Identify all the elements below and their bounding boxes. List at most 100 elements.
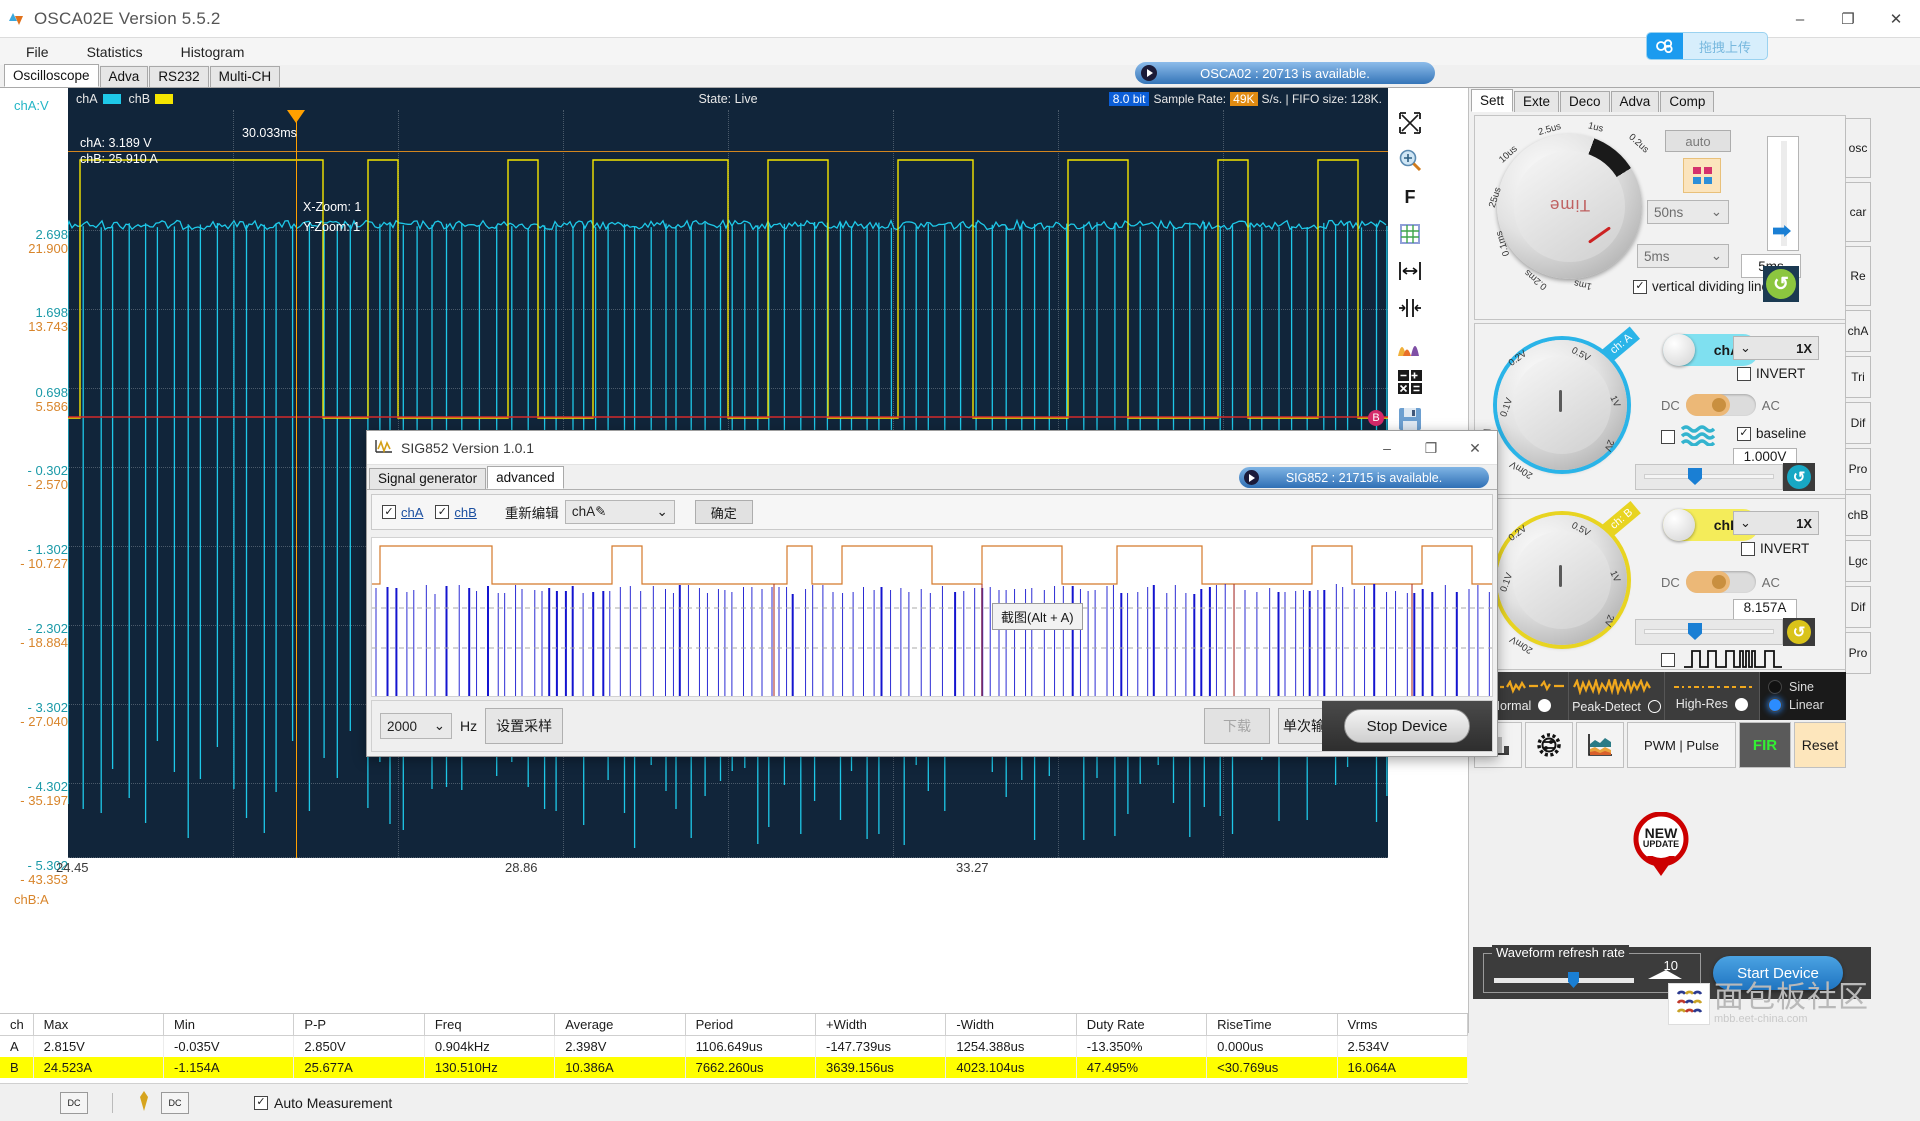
channel-layout-button[interactable] (1683, 158, 1721, 193)
area-chart-icon[interactable] (1576, 722, 1624, 768)
mode-normal-radio[interactable] (1538, 699, 1551, 712)
sig852-channel-select[interactable]: chA✎⌄ (565, 500, 675, 524)
chb-reset-button[interactable]: ↺ (1783, 618, 1815, 646)
sig852-dialog[interactable]: SIG852 Version 1.0.1 – ❐ ✕ Signal genera… (366, 430, 1498, 757)
cha-wave-checkbox[interactable] (1661, 430, 1675, 444)
stop-device-button[interactable]: Stop Device (1344, 709, 1470, 743)
cha-offset-slider[interactable] (1635, 464, 1783, 490)
cha-coupling-toggle[interactable]: DC AC (1661, 394, 1780, 416)
fir-button[interactable]: FIR (1739, 722, 1791, 768)
sig852-cha-checkbox[interactable]: ✓ (382, 505, 396, 519)
mode-highres-radio[interactable] (1735, 698, 1748, 711)
vertical-measure-icon[interactable] (1392, 291, 1428, 325)
chb-coupling-toggle[interactable]: DC AC (1661, 571, 1780, 593)
close-button[interactable]: ✕ (1872, 0, 1920, 38)
minimize-button[interactable]: – (1776, 0, 1824, 38)
tab-adva[interactable]: Adva (100, 66, 149, 87)
trigger-level-handle-icon[interactable] (137, 1089, 151, 1116)
tab-deco[interactable]: Deco (1560, 91, 1610, 112)
sig852-rate-combo[interactable]: 2000⌄ (380, 713, 452, 739)
tab-advanced[interactable]: advanced (487, 466, 564, 489)
time-knob[interactable]: Time (1497, 134, 1642, 279)
cha-invert-checkbox[interactable] (1737, 367, 1751, 381)
trigger-cursor-line[interactable] (296, 110, 297, 858)
vertical-dividing-checkbox[interactable]: ✓ (1633, 280, 1647, 294)
menu-item-statistics[interactable]: Statistics (87, 44, 143, 60)
horizontal-measure-icon[interactable] (1392, 254, 1428, 288)
coupling-button-cha[interactable]: DC (60, 1092, 88, 1114)
cha-probe-combo[interactable]: ⌄1X (1733, 336, 1819, 360)
zoom-in-icon[interactable] (1392, 143, 1428, 177)
tab-adva[interactable]: Adva (1611, 91, 1660, 112)
vbtn-cha[interactable]: chA (1845, 310, 1871, 352)
chb-offset-handle[interactable]: B (1368, 410, 1384, 426)
cha-baseline-checkbox[interactable]: ✓ (1737, 427, 1751, 441)
vbtn-car[interactable]: car (1845, 182, 1871, 242)
reset-button[interactable]: Reset (1794, 722, 1846, 768)
cha-wave-toggle[interactable] (1661, 424, 1715, 449)
tab-sett[interactable]: Sett (1471, 89, 1513, 112)
menu-item-file[interactable]: File (26, 44, 49, 60)
vertical-dividing-line-toggle[interactable]: ✓ vertical dividing line (1633, 279, 1769, 294)
sig852-confirm-button[interactable]: 确定 (695, 500, 753, 524)
tab-signal-generator[interactable]: Signal generator (369, 468, 486, 489)
tab-rs232[interactable]: RS232 (149, 66, 208, 87)
sig852-cha-toggle[interactable]: ✓ chA (382, 505, 423, 520)
vbtn-chb[interactable]: chB (1845, 494, 1871, 536)
chb-invert-checkbox[interactable] (1741, 542, 1755, 556)
timebase-combo-bottom[interactable]: 5ms⌄ (1637, 244, 1729, 268)
pwm-pulse-button[interactable]: PWM | Pulse (1627, 722, 1736, 768)
vbtn-dif-b[interactable]: Dif (1845, 586, 1871, 628)
interp-linear[interactable]: Linear (1768, 698, 1846, 712)
tab-exte[interactable]: Exte (1514, 91, 1559, 112)
sig852-minimize-button[interactable]: – (1365, 431, 1409, 465)
chb-pulse-toggle[interactable] (1661, 647, 1793, 672)
chb-invert-toggle[interactable]: INVERT (1741, 541, 1809, 556)
auto-measurement-checkbox[interactable]: ✓ (254, 1096, 268, 1110)
maximize-button[interactable]: ❐ (1824, 0, 1872, 38)
timebase-slider[interactable] (1767, 136, 1799, 251)
cha-level-line[interactable] (68, 151, 1388, 152)
sig852-maximize-button[interactable]: ❐ (1409, 431, 1453, 465)
auto-measurement-toggle[interactable]: ✓ Auto Measurement (254, 1095, 392, 1111)
mode-high-res[interactable]: High-Res (1665, 672, 1760, 720)
coupling-button-chb[interactable]: DC (161, 1092, 189, 1114)
mode-peak-radio[interactable] (1648, 700, 1661, 713)
sig852-chb-toggle[interactable]: ✓ chB (435, 505, 476, 520)
sig852-set-sample-button[interactable]: 设置采样 (485, 708, 563, 744)
chb-offset-slider[interactable] (1635, 619, 1783, 645)
sig852-download-button[interactable]: 下载 (1204, 708, 1270, 744)
cha-baseline-toggle[interactable]: ✓ baseline (1737, 426, 1806, 441)
mode-peak-detect[interactable]: Peak-Detect (1569, 672, 1664, 720)
vbtn-lgc[interactable]: Lgc (1845, 540, 1871, 582)
tab-oscilloscope[interactable]: Oscilloscope (4, 64, 99, 87)
f-marker-icon[interactable]: F (1392, 180, 1428, 214)
auto-button[interactable]: auto (1665, 130, 1731, 152)
vbtn-tri[interactable]: Tri (1845, 356, 1871, 398)
sig852-chb-checkbox[interactable]: ✓ (435, 505, 449, 519)
vbtn-pro-a[interactable]: Pro (1845, 448, 1871, 490)
trigger-marker[interactable] (287, 110, 305, 123)
new-update-badge[interactable]: NEW UPDATE (1631, 812, 1691, 881)
expand-arrows-icon[interactable] (1392, 106, 1428, 140)
histogram-icon[interactable] (1392, 328, 1428, 362)
vbtn-dif-a[interactable]: Dif (1845, 402, 1871, 444)
cha-reset-button[interactable]: ↺ (1783, 463, 1815, 491)
timebase-combo-top[interactable]: 50ns⌄ (1647, 200, 1729, 224)
settings-gear-icon[interactable] (1525, 722, 1573, 768)
chb-pulse-checkbox[interactable] (1661, 653, 1675, 667)
grid-icon[interactable] (1392, 217, 1428, 251)
vbtn-osc[interactable]: osc (1845, 118, 1871, 178)
menu-item-histogram[interactable]: Histogram (181, 44, 245, 60)
calculator-icon[interactable] (1392, 365, 1428, 399)
tab-multi-ch[interactable]: Multi-CH (210, 66, 281, 87)
timebase-reset-button[interactable]: ↺ (1763, 266, 1799, 302)
interp-sine[interactable]: Sine (1768, 680, 1846, 694)
sig852-waveform-plot[interactable] (371, 537, 1493, 697)
drag-upload-button[interactable]: 拖拽上传 (1646, 32, 1768, 60)
chb-probe-combo[interactable]: ⌄1X (1733, 511, 1819, 535)
vbtn-re[interactable]: Re (1845, 246, 1871, 306)
cha-invert-toggle[interactable]: INVERT (1737, 366, 1805, 381)
tab-comp[interactable]: Comp (1660, 91, 1714, 112)
sig852-close-button[interactable]: ✕ (1453, 431, 1497, 465)
